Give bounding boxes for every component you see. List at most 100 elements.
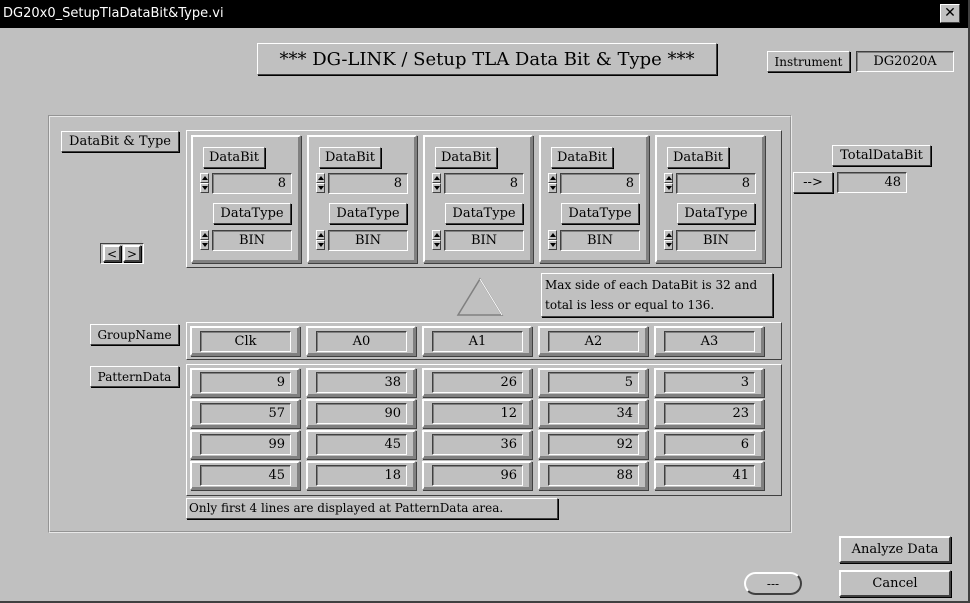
decrement-icon[interactable]	[316, 183, 325, 193]
increment-icon[interactable]	[432, 173, 441, 183]
groupname-cell: Clk	[190, 326, 300, 356]
patterndata-value[interactable]: 9	[200, 372, 291, 393]
total-databit-value: 48	[837, 172, 907, 193]
databit-type-label: DataBit & Type	[61, 131, 179, 152]
decrement-icon[interactable]	[200, 183, 209, 193]
patterndata-cell: 18	[306, 461, 416, 490]
datatype-stepper[interactable]	[548, 230, 557, 251]
groupname-value[interactable]: Clk	[200, 331, 291, 352]
analyze-data-button[interactable]: Analyze Data	[839, 536, 951, 563]
instrument-label: Instrument	[767, 51, 850, 72]
patterndata-cell: 38	[306, 368, 416, 397]
patterndata-value[interactable]: 88	[548, 465, 639, 486]
patterndata-cell: 12	[422, 399, 532, 428]
datatype-value[interactable]: BIN	[444, 230, 524, 251]
patterndata-value[interactable]: 6	[664, 434, 755, 455]
patterndata-cell: 45	[306, 430, 416, 459]
databit-label: DataBit	[203, 147, 265, 168]
databit-value[interactable]: 8	[212, 173, 292, 194]
databit-stepper[interactable]	[432, 173, 441, 194]
patterndata-value[interactable]: 5	[548, 372, 639, 393]
datatype-stepper[interactable]	[664, 230, 673, 251]
decrement-icon[interactable]	[432, 240, 441, 250]
increment-icon[interactable]	[664, 230, 673, 240]
decrement-icon[interactable]	[200, 240, 209, 250]
patterndata-value[interactable]: 41	[664, 465, 755, 486]
increment-icon[interactable]	[548, 230, 557, 240]
increment-icon[interactable]	[548, 173, 557, 183]
patterndata-cell: 88	[538, 461, 648, 490]
datatype-stepper[interactable]	[200, 230, 209, 251]
patterndata-value[interactable]: 90	[316, 403, 407, 424]
groupname-value[interactable]: A0	[316, 331, 407, 352]
groupname-value[interactable]: A2	[548, 331, 639, 352]
decrement-icon[interactable]	[664, 240, 673, 250]
patterndata-value[interactable]: 45	[316, 434, 407, 455]
patterndata-cell: 3	[654, 368, 764, 397]
databit-stepper[interactable]	[316, 173, 325, 194]
databit-cluster: DataBit 8 DataType BIN	[307, 135, 417, 263]
patterndata-cell: 23	[654, 399, 764, 428]
patterndata-cell: 99	[190, 430, 300, 459]
total-databit-label: TotalDataBit	[832, 145, 931, 166]
decrement-icon[interactable]	[664, 183, 673, 193]
databit-label: DataBit	[667, 147, 729, 168]
decrement-icon[interactable]	[548, 240, 557, 250]
patterndata-value[interactable]: 36	[432, 434, 523, 455]
prev-button[interactable]: <	[103, 245, 121, 262]
patterndata-value[interactable]: 12	[432, 403, 523, 424]
databit-value[interactable]: 8	[328, 173, 408, 194]
databit-value[interactable]: 8	[560, 173, 640, 194]
patterndata-cell: 90	[306, 399, 416, 428]
increment-icon[interactable]	[432, 230, 441, 240]
groupname-cell: A3	[654, 326, 764, 356]
patterndata-cell: 41	[654, 461, 764, 490]
increment-icon[interactable]	[316, 230, 325, 240]
datatype-value[interactable]: BIN	[560, 230, 640, 251]
groupname-value[interactable]: A1	[432, 331, 523, 352]
datatype-label: DataType	[213, 203, 291, 224]
patterndata-value[interactable]: 38	[316, 372, 407, 393]
patterndata-value[interactable]: 57	[200, 403, 291, 424]
datatype-value[interactable]: BIN	[212, 230, 292, 251]
patterndata-cell: 45	[190, 461, 300, 490]
groupname-cell: A2	[538, 326, 648, 356]
patterndata-value[interactable]: 34	[548, 403, 639, 424]
increment-icon[interactable]	[316, 173, 325, 183]
next-button[interactable]: >	[123, 245, 141, 262]
patterndata-value[interactable]: 92	[548, 434, 639, 455]
datatype-label: DataType	[561, 203, 639, 224]
datatype-value[interactable]: BIN	[676, 230, 756, 251]
databit-value[interactable]: 8	[676, 173, 756, 194]
increment-icon[interactable]	[200, 173, 209, 183]
datatype-stepper[interactable]	[432, 230, 441, 251]
datatype-label: DataType	[329, 203, 407, 224]
datatype-value[interactable]: BIN	[328, 230, 408, 251]
datatype-stepper[interactable]	[316, 230, 325, 251]
databit-value[interactable]: 8	[444, 173, 524, 194]
patterndata-value[interactable]: 23	[664, 403, 755, 424]
databit-stepper[interactable]	[548, 173, 557, 194]
decrement-icon[interactable]	[316, 240, 325, 250]
databit-label: DataBit	[319, 147, 381, 168]
patterndata-cell: 92	[538, 430, 648, 459]
patterndata-value[interactable]: 3	[664, 372, 755, 393]
patterndata-value[interactable]: 45	[200, 465, 291, 486]
patterndata-value[interactable]: 18	[316, 465, 407, 486]
patterndata-value[interactable]: 99	[200, 434, 291, 455]
patterndata-value[interactable]: 26	[432, 372, 523, 393]
databit-stepper[interactable]	[200, 173, 209, 194]
decrement-icon[interactable]	[548, 183, 557, 193]
cancel-button[interactable]: Cancel	[839, 570, 951, 597]
increment-icon[interactable]	[200, 230, 209, 240]
databit-cluster: DataBit 8 DataType BIN	[423, 135, 533, 263]
groupname-value[interactable]: A3	[664, 331, 755, 352]
status-indicator[interactable]: ---	[744, 572, 802, 595]
close-button[interactable]: ✕	[940, 4, 960, 23]
patterndata-value[interactable]: 96	[432, 465, 523, 486]
increment-icon[interactable]	[664, 173, 673, 183]
decrement-icon[interactable]	[432, 183, 441, 193]
patterndata-label: PatternData	[90, 366, 179, 387]
databit-stepper[interactable]	[664, 173, 673, 194]
chevron-left-icon: <	[106, 246, 118, 261]
